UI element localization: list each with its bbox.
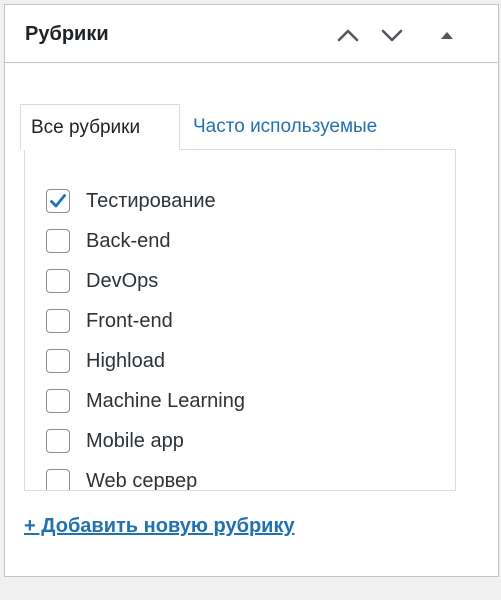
toggle-panel-button[interactable] — [431, 19, 463, 51]
category-item-devops[interactable]: DevOps — [46, 261, 245, 301]
category-label: Front-end — [86, 310, 173, 332]
category-checkbox[interactable] — [46, 189, 70, 213]
tab-all-categories[interactable]: Все рубрики — [20, 104, 180, 150]
chevron-down-icon — [381, 29, 403, 42]
category-label: Mobile app — [86, 430, 184, 452]
tab-most-used[interactable]: Часто используемые — [183, 104, 387, 150]
triangle-up-icon — [441, 32, 453, 39]
category-tabs: Все рубрики Часто используемые — [20, 104, 453, 150]
chevron-up-icon — [337, 29, 359, 42]
category-checkbox[interactable] — [46, 269, 70, 293]
panel-title: Рубрики — [25, 23, 109, 45]
category-item-web-server[interactable]: Web сервер — [46, 461, 245, 491]
category-checkbox[interactable] — [46, 429, 70, 453]
category-item-machine-learning[interactable]: Machine Learning — [46, 381, 245, 421]
category-label: Back-end — [86, 230, 171, 252]
category-label: Machine Learning — [86, 390, 245, 412]
category-label: DevOps — [86, 270, 159, 292]
checkmark-icon — [50, 194, 66, 208]
category-item-highload[interactable]: Highload — [46, 341, 245, 381]
category-checkbox[interactable] — [46, 309, 70, 333]
category-label: Highload — [86, 350, 165, 372]
category-list: Тестирование Back-end DevOps Front-end H… — [46, 181, 245, 491]
move-down-button[interactable] — [376, 19, 408, 51]
category-item-front-end[interactable]: Front-end — [46, 301, 245, 341]
category-item-back-end[interactable]: Back-end — [46, 221, 245, 261]
add-new-category-link[interactable]: + Добавить новую рубрику — [24, 514, 295, 538]
category-label: Тестирование — [86, 190, 216, 212]
category-label: Web сервер — [86, 470, 198, 491]
move-up-button[interactable] — [332, 19, 364, 51]
category-checkbox[interactable] — [46, 349, 70, 373]
category-item-testing[interactable]: Тестирование — [46, 181, 245, 221]
category-item-mobile-app[interactable]: Mobile app — [46, 421, 245, 461]
category-checklist[interactable]: Тестирование Back-end DevOps Front-end H… — [24, 149, 456, 491]
category-checkbox[interactable] — [46, 229, 70, 253]
panel-header: Рубрики — [5, 5, 498, 63]
category-checkbox[interactable] — [46, 469, 70, 490]
category-checkbox[interactable] — [46, 389, 70, 413]
